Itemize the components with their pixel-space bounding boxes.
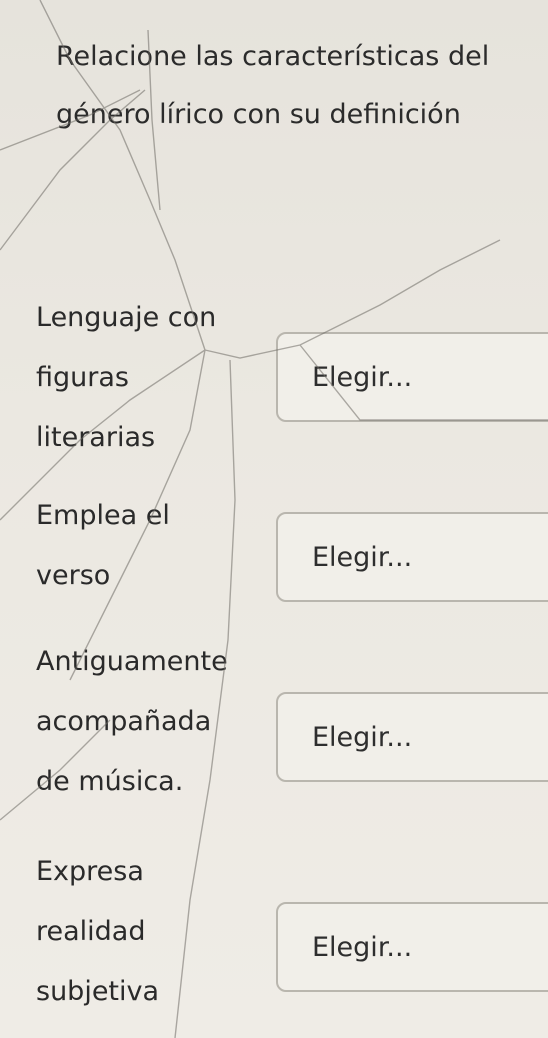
answer-select[interactable]: Elegir... — [276, 332, 548, 422]
match-label: Expresa realidad subjetiva — [36, 842, 266, 1022]
select-value: Elegir... — [312, 361, 413, 393]
label-line: acompañada — [36, 706, 212, 737]
quiz-screen: Relacione las características del género… — [0, 0, 548, 1038]
label-line: verso — [36, 560, 111, 591]
label-line: Lenguaje con — [36, 302, 217, 333]
answer-select[interactable]: Elegir... — [276, 512, 548, 602]
match-label: Antiguamente acompañada de música. — [36, 632, 266, 812]
answer-select[interactable]: Elegir... — [276, 902, 548, 992]
select-value: Elegir... — [312, 721, 413, 753]
label-line: realidad — [36, 916, 146, 947]
label-line: de música. — [36, 766, 184, 797]
question-title: Relacione las características del género… — [56, 41, 490, 130]
match-label: Emplea el verso — [36, 486, 266, 606]
label-line: literarias — [36, 422, 156, 453]
label-line: Emplea el — [36, 500, 170, 531]
label-line: Expresa — [36, 856, 144, 887]
label-line: Antiguamente — [36, 646, 228, 677]
select-value: Elegir... — [312, 541, 413, 573]
answer-select[interactable]: Elegir... — [276, 692, 548, 782]
label-line: figuras — [36, 362, 129, 393]
select-value: Elegir... — [312, 931, 413, 963]
label-line: subjetiva — [36, 976, 160, 1007]
match-label: Lenguaje con figuras literarias — [36, 288, 266, 468]
